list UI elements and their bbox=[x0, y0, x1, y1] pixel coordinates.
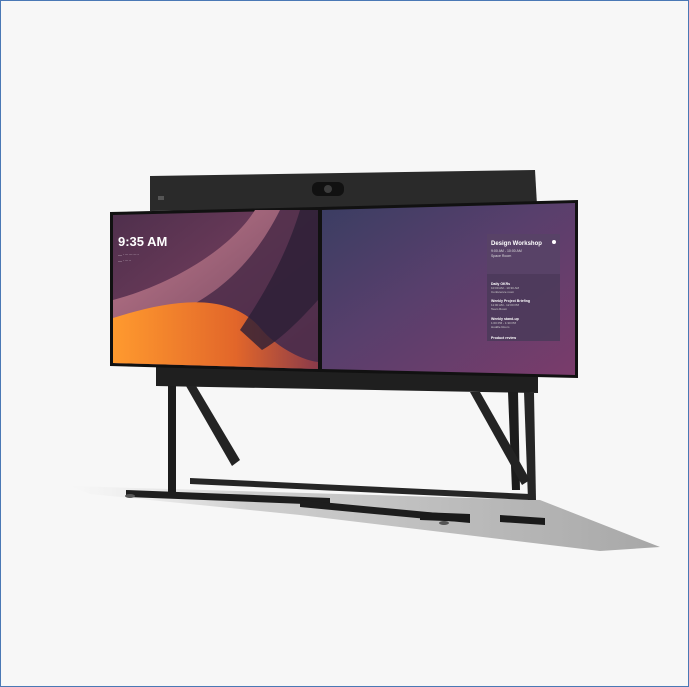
video-conference-device-illustration: 9:35 AM — ············ — ······ Design W… bbox=[70, 170, 660, 551]
right-rear-post bbox=[524, 392, 536, 500]
camera-lens-icon bbox=[324, 185, 332, 193]
right-foot-pad bbox=[439, 521, 449, 525]
left-front-post bbox=[168, 386, 176, 492]
schedule-item-room: Huddle Room bbox=[491, 325, 510, 329]
wifi-icon bbox=[552, 240, 556, 244]
schedule-item-room: Conference room bbox=[491, 290, 515, 294]
sensor-icon bbox=[158, 196, 164, 200]
meeting-time: 9:00 AM - 10:00 AM bbox=[491, 249, 522, 253]
left-diagonal-brace bbox=[186, 386, 240, 466]
clock-info-line-2: — ······ bbox=[118, 258, 131, 263]
right-diagonal-brace bbox=[470, 392, 530, 485]
meeting-room: Space Room bbox=[491, 254, 511, 258]
schedule-item-room: Team Room bbox=[491, 307, 508, 311]
left-foot-pad bbox=[125, 494, 135, 498]
meeting-title: Design Workshop bbox=[491, 241, 542, 247]
schedule-footer: Product review bbox=[491, 336, 516, 340]
clock-time: 9:35 AM bbox=[118, 234, 167, 249]
clock-info-line-1: — ············ bbox=[118, 252, 139, 257]
